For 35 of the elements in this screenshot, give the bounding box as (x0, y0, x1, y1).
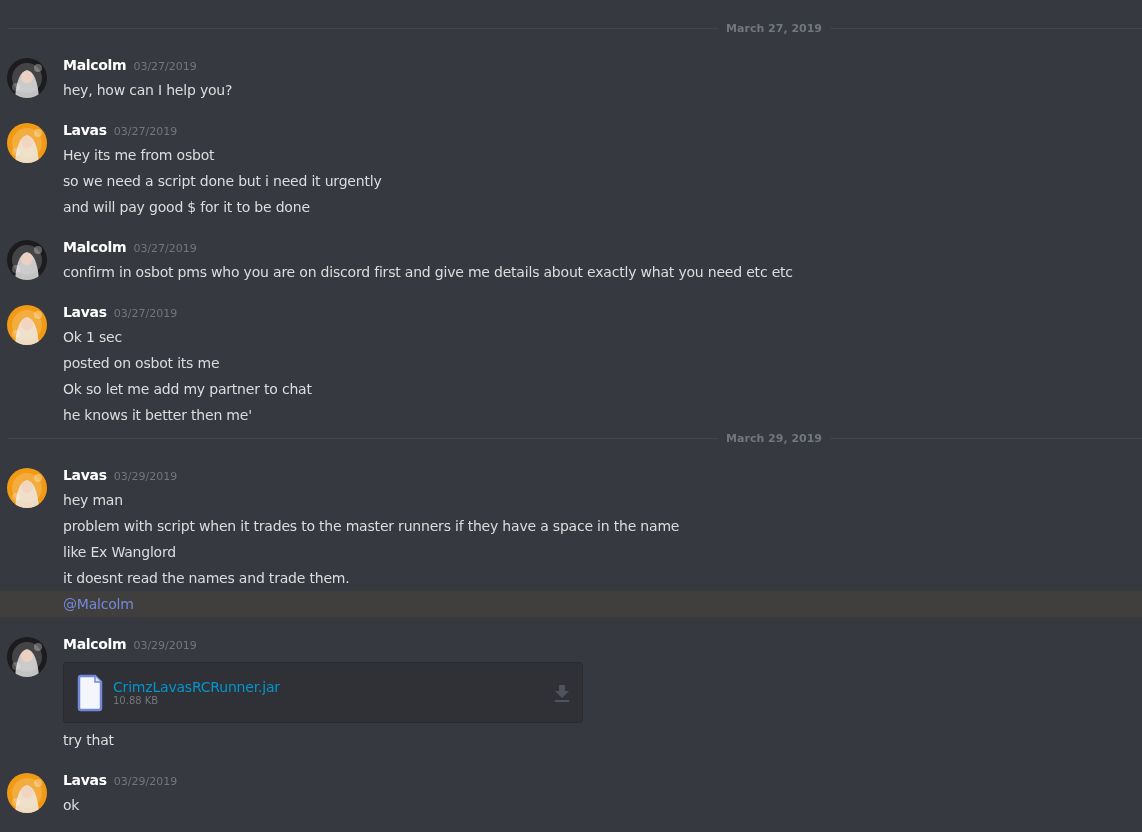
author-name[interactable]: Malcolm (63, 239, 127, 255)
message-text: hey man (63, 491, 124, 510)
message-text: Ok 1 sec (63, 328, 123, 347)
date-divider-label: March 27, 2019 (725, 21, 823, 35)
message-text: ok (63, 796, 81, 815)
message-text: so we need a script done but i need it urgently (63, 172, 383, 191)
timestamp: 03/27/2019 (133, 242, 197, 255)
message-text: and will pay good $ for it to be done (63, 198, 311, 217)
message-text: Ok so let me add my partner to chat (63, 380, 313, 399)
date-divider-label: March 29, 2019 (725, 431, 823, 445)
message-text: try that (63, 731, 115, 750)
timestamp: 03/27/2019 (113, 307, 178, 320)
timestamp: 03/29/2019 (113, 775, 178, 788)
author-name[interactable]: Lavas (63, 122, 107, 138)
message-text: posted on osbot its me (63, 354, 221, 373)
message-text: Hey its me from osbot (63, 146, 216, 165)
author-name[interactable]: Lavas (63, 304, 107, 320)
message-text: it doesnt read the names and trade them. (63, 569, 351, 588)
message-text: he knows it better then me' (63, 406, 253, 425)
file-name-link[interactable]: CrimzLavasRCRunner.jar (113, 679, 544, 695)
file-size: 10.88 KB (113, 695, 160, 706)
message-text: problem with script when it trades to the master runners if they have a space in the name (63, 517, 681, 536)
author-name[interactable]: Lavas (63, 467, 107, 483)
download-icon[interactable] (554, 683, 570, 702)
author-name[interactable]: Malcolm (63, 636, 127, 652)
timestamp: 03/29/2019 (113, 470, 178, 483)
message-text: confirm in osbot pms who you are on discord first and give me details about exactly what you need etc etc (63, 263, 794, 282)
file-icon (77, 673, 103, 712)
timestamp: 03/27/2019 (133, 60, 197, 73)
message-text: like Ex Wanglord (63, 543, 177, 562)
message-text: hey, how can I help you? (63, 81, 234, 100)
timestamp: 03/29/2019 (133, 639, 197, 652)
timestamp: 03/27/2019 (113, 125, 178, 138)
author-name[interactable]: Lavas (63, 772, 107, 788)
author-name[interactable]: Malcolm (63, 57, 127, 73)
